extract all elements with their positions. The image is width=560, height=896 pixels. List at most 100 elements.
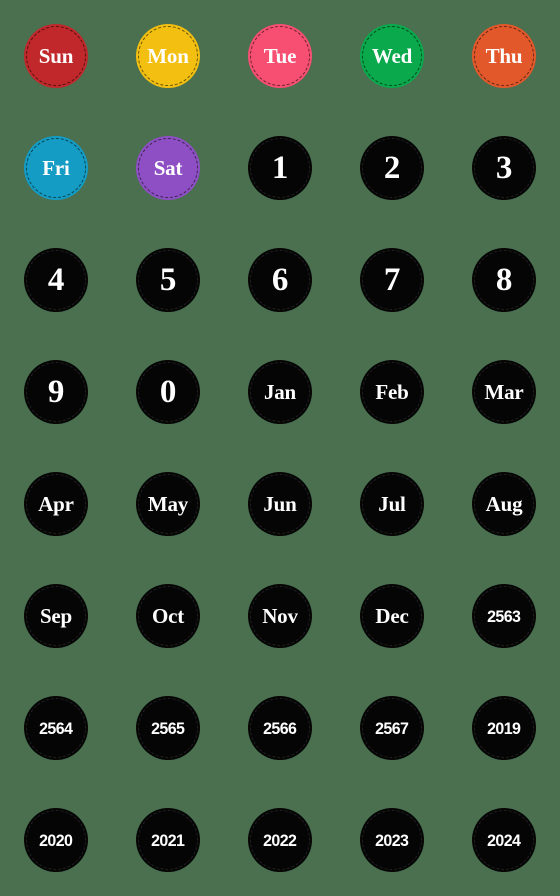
sticker-label: Mon	[147, 43, 189, 68]
sticker-label: Dec	[375, 603, 409, 628]
sticker-cell: 2020	[0, 784, 112, 896]
sticker-may[interactable]: May	[136, 472, 200, 536]
sticker-6[interactable]: 6	[248, 248, 312, 312]
sticker-sat[interactable]: Sat	[136, 136, 200, 200]
sticker-label: 2024	[487, 830, 521, 850]
sticker-0[interactable]: 0	[136, 360, 200, 424]
sticker-nov[interactable]: Nov	[248, 584, 312, 648]
sticker-2567[interactable]: 2567	[360, 696, 424, 760]
sticker-aug[interactable]: Aug	[472, 472, 536, 536]
sticker-cell: Fri	[0, 112, 112, 224]
sticker-4[interactable]: 4	[24, 248, 88, 312]
sticker-label: 2023	[375, 830, 409, 850]
sticker-label: Sun	[38, 43, 74, 68]
sticker-thu[interactable]: Thu	[472, 24, 536, 88]
sticker-label: Fri	[42, 155, 70, 180]
sticker-cell: Wed	[336, 0, 448, 112]
sticker-jun[interactable]: Jun	[248, 472, 312, 536]
sticker-cell: 2564	[0, 672, 112, 784]
sticker-1[interactable]: 1	[248, 136, 312, 200]
sticker-cell: Jun	[224, 448, 336, 560]
sticker-label: Wed	[371, 43, 413, 68]
sticker-oct[interactable]: Oct	[136, 584, 200, 648]
sticker-mon[interactable]: Mon	[136, 24, 200, 88]
sticker-2024[interactable]: 2024	[472, 808, 536, 872]
sticker-cell: 2022	[224, 784, 336, 896]
sticker-label: 2567	[375, 718, 409, 738]
sticker-label: 0	[159, 373, 177, 410]
sticker-label: 5	[159, 261, 177, 298]
sticker-label: Apr	[38, 491, 74, 516]
sticker-cell: Jul	[336, 448, 448, 560]
sticker-fri[interactable]: Fri	[24, 136, 88, 200]
sticker-5[interactable]: 5	[136, 248, 200, 312]
sticker-2[interactable]: 2	[360, 136, 424, 200]
emoji-sticker-sheet: Sun Mon Tue Wed Thu Fri Sat 1 2 3 4 5 6 7 8 9 0 Jan Feb Mar…	[0, 0, 560, 896]
sticker-7[interactable]: 7	[360, 248, 424, 312]
sticker-2564[interactable]: 2564	[24, 696, 88, 760]
sticker-label: Oct	[151, 603, 185, 628]
sticker-cell: 2566	[224, 672, 336, 784]
sticker-label: Sat	[153, 155, 183, 180]
sticker-jan[interactable]: Jan	[248, 360, 312, 424]
sticker-cell: 1	[224, 112, 336, 224]
sticker-cell: Mon	[112, 0, 224, 112]
sticker-label: 1	[271, 149, 289, 186]
sticker-cell: 2024	[448, 784, 560, 896]
sticker-jul[interactable]: Jul	[360, 472, 424, 536]
sticker-cell: 0	[112, 336, 224, 448]
sticker-8[interactable]: 8	[472, 248, 536, 312]
sticker-feb[interactable]: Feb	[360, 360, 424, 424]
sticker-2020[interactable]: 2020	[24, 808, 88, 872]
sticker-cell: 2	[336, 112, 448, 224]
sticker-cell: 6	[224, 224, 336, 336]
sticker-2019[interactable]: 2019	[472, 696, 536, 760]
sticker-2022[interactable]: 2022	[248, 808, 312, 872]
sticker-cell: 7	[336, 224, 448, 336]
sticker-cell: 4	[0, 224, 112, 336]
sticker-label: Jul	[378, 491, 406, 516]
sticker-cell: 8	[448, 224, 560, 336]
sticker-2566[interactable]: 2566	[248, 696, 312, 760]
sticker-label: May	[147, 491, 189, 516]
sticker-cell: 2019	[448, 672, 560, 784]
sticker-dec[interactable]: Dec	[360, 584, 424, 648]
sticker-cell: Feb	[336, 336, 448, 448]
sticker-cell: 2565	[112, 672, 224, 784]
sticker-label: 2020	[39, 830, 73, 850]
sticker-cell: 2021	[112, 784, 224, 896]
sticker-label: 2564	[39, 718, 73, 738]
sticker-9[interactable]: 9	[24, 360, 88, 424]
sticker-label: 2021	[151, 830, 185, 850]
sticker-cell: 2563	[448, 560, 560, 672]
sticker-cell: Oct	[112, 560, 224, 672]
sticker-label: Tue	[263, 43, 297, 68]
sticker-label: 2	[383, 149, 401, 186]
sticker-label: Nov	[262, 603, 298, 628]
sticker-mar[interactable]: Mar	[472, 360, 536, 424]
sticker-label: 9	[47, 373, 65, 410]
sticker-label: 6	[271, 261, 289, 298]
sticker-3[interactable]: 3	[472, 136, 536, 200]
sticker-cell: Sat	[112, 112, 224, 224]
sticker-2021[interactable]: 2021	[136, 808, 200, 872]
sticker-cell: Jan	[224, 336, 336, 448]
sticker-label: 2565	[151, 718, 185, 738]
sticker-cell: Tue	[224, 0, 336, 112]
sticker-label: 4	[47, 261, 65, 298]
sticker-2563[interactable]: 2563	[472, 584, 536, 648]
sticker-cell: Sun	[0, 0, 112, 112]
sticker-2565[interactable]: 2565	[136, 696, 200, 760]
sticker-tue[interactable]: Tue	[248, 24, 312, 88]
sticker-label: 3	[495, 149, 513, 186]
sticker-sun[interactable]: Sun	[24, 24, 88, 88]
sticker-cell: Aug	[448, 448, 560, 560]
sticker-cell: Dec	[336, 560, 448, 672]
sticker-wed[interactable]: Wed	[360, 24, 424, 88]
sticker-sep[interactable]: Sep	[24, 584, 88, 648]
sticker-label: 7	[383, 261, 401, 298]
sticker-label: 2022	[263, 830, 297, 850]
sticker-label: Jun	[263, 491, 297, 516]
sticker-2023[interactable]: 2023	[360, 808, 424, 872]
sticker-apr[interactable]: Apr	[24, 472, 88, 536]
